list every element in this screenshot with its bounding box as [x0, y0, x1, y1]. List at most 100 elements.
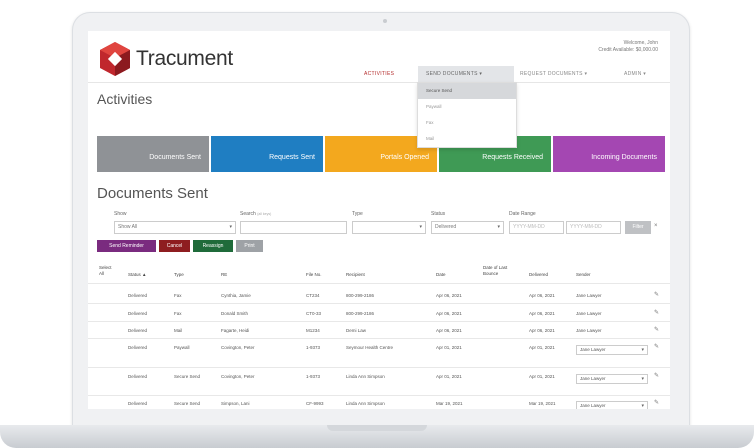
chevron-down-icon: ▾ [419, 224, 422, 230]
column-header-re[interactable]: RE [221, 272, 227, 278]
show-select-value: Show All [118, 224, 138, 230]
nav-activities[interactable]: ACTIVITIES [364, 66, 395, 83]
column-header-file-no[interactable]: File No. [306, 272, 322, 278]
cell-status: Delivered [128, 328, 148, 333]
cell-date: Apr 06, 2021 [436, 311, 462, 316]
cell-status: Delivered [128, 311, 148, 316]
menu-item-fax[interactable]: Fax [418, 115, 516, 131]
show-select[interactable]: Show All ▾ [114, 221, 236, 234]
menu-item-mail[interactable]: Mail [418, 131, 516, 147]
last-bounce-line2: Bounce [483, 271, 499, 276]
status-header-text: Status [128, 272, 141, 277]
tile-requests-sent[interactable]: Requests Sent [211, 136, 323, 172]
cell-type: Fax [174, 293, 182, 298]
edit-icon[interactable]: ✎ [654, 399, 659, 406]
menu-item-secure-send[interactable]: Secure Send [418, 83, 516, 99]
cell-type: Mail [174, 328, 183, 333]
nav-send-documents[interactable]: SEND DOCUMENTS ▾ [418, 66, 514, 82]
cell-delivered: Mar 19, 2021 [529, 401, 556, 406]
column-header-type[interactable]: Type [174, 272, 184, 278]
welcome-text[interactable]: Welcome, John [598, 40, 658, 47]
date-range-label: Date Range [509, 211, 536, 217]
column-header-recipient[interactable]: Recipient [346, 272, 365, 278]
search-input[interactable] [240, 221, 347, 234]
select-all-line2: All [99, 271, 105, 276]
laptop-notch [327, 425, 427, 431]
cell-file-no: 1-9373 [306, 345, 321, 350]
cell-file-no: M1234 [306, 328, 320, 333]
column-header-status[interactable]: Status ▲ [128, 272, 147, 278]
sender-select[interactable]: Jane Lawyer ▾ [576, 374, 648, 384]
search-hint: (all keys) [257, 212, 272, 216]
cell-recipient: Linda Ann Simpson [346, 374, 385, 379]
date-to-input[interactable]: YYYY-MM-DD [566, 221, 621, 234]
cell-type: Secure Send [174, 374, 201, 379]
sender-select-value: Jane Lawyer [580, 403, 606, 408]
header-divider [88, 82, 670, 83]
cell-type: Secure Send [174, 401, 201, 406]
cell-delivered: Apr 06, 2021 [529, 311, 555, 316]
cancel-button[interactable]: Cancel [159, 240, 190, 252]
menu-item-paywall[interactable]: Paywall [418, 99, 516, 115]
cell-recipient: 800-299-2186 [346, 311, 375, 316]
chevron-down-icon: ▾ [229, 224, 232, 230]
sender-select-value: Jane Lawyer [580, 376, 606, 381]
header-rule [88, 283, 670, 284]
app-screen: Tracument Welcome, John Credit Available… [88, 31, 670, 409]
nav-request-documents[interactable]: REQUEST DOCUMENTS ▾ [520, 66, 587, 82]
sort-arrow-icon: ▲ [142, 272, 147, 277]
credit-text: Credit Available: $0,000.00 [598, 47, 658, 53]
edit-icon[interactable]: ✎ [654, 291, 659, 298]
cell-re[interactable]: Cynthia, Jamie [221, 293, 251, 298]
cell-file-no: CT234 [306, 293, 320, 298]
clear-filter-icon[interactable]: × [654, 223, 658, 229]
print-button[interactable]: Print [236, 240, 263, 252]
tile-incoming-documents[interactable]: Incoming Documents [553, 136, 665, 172]
cell-re[interactable]: Simpson, Lani [221, 401, 250, 406]
cell-delivered: Apr 01, 2021 [529, 374, 555, 379]
cell-date: Apr 01, 2021 [436, 374, 462, 379]
cell-re[interactable]: Fagarte, Heidi [221, 328, 249, 333]
sender-select[interactable]: Jane Lawyer ▾ [576, 401, 648, 409]
edit-icon[interactable]: ✎ [654, 326, 659, 333]
column-header-date[interactable]: Date [436, 272, 446, 278]
cell-recipient: Linda Ann Simpson [346, 401, 385, 406]
welcome-block: Welcome, John Credit Available: $0,000.0… [598, 40, 658, 54]
status-select[interactable]: Delivered ▾ [431, 221, 504, 234]
tile-documents-sent[interactable]: Documents Sent [97, 136, 209, 172]
column-header-last-bounce[interactable]: Date of Last Bounce [483, 265, 507, 277]
row-rule [88, 303, 670, 304]
page-title: Activities [97, 91, 153, 107]
search-label-text: Search [240, 211, 256, 217]
sender-select[interactable]: Jane Lawyer ▾ [576, 345, 648, 355]
cell-recipient: Demi Law [346, 328, 367, 333]
date-from-input[interactable]: YYYY-MM-DD [509, 221, 564, 234]
webcam-dot [383, 19, 387, 23]
type-select[interactable]: ▾ [352, 221, 426, 234]
cell-status: Delivered [128, 293, 148, 298]
column-header-delivered[interactable]: Delivered [529, 272, 548, 278]
cell-file-no: 1-9373 [306, 374, 321, 379]
filter-button[interactable]: Filter [625, 221, 651, 234]
select-all-header[interactable]: Select All [99, 265, 112, 277]
show-label: Show [114, 211, 127, 217]
edit-icon[interactable]: ✎ [654, 372, 659, 379]
column-header-sender[interactable]: Sender [576, 272, 591, 278]
cell-type: Paywall [174, 345, 190, 350]
sender-select-value: Jane Lawyer [580, 347, 606, 352]
nav-admin[interactable]: ADMIN ▾ [624, 66, 646, 82]
tracument-logo-icon [100, 42, 130, 76]
status-select-value: Delivered [435, 224, 457, 230]
cell-re[interactable]: Covington, Peter [221, 374, 255, 379]
row-rule [88, 321, 670, 322]
edit-icon[interactable]: ✎ [654, 309, 659, 316]
cell-re[interactable]: Donald Smith [221, 311, 248, 316]
section-title: Documents Sent [97, 185, 208, 202]
reassign-button[interactable]: Reassign [193, 240, 233, 252]
cell-status: Delivered [128, 401, 148, 406]
send-reminder-button[interactable]: Send Reminder [97, 240, 156, 252]
row-rule [88, 395, 670, 396]
cell-type: Fax [174, 311, 182, 316]
cell-re[interactable]: Covington, Peter [221, 345, 255, 350]
edit-icon[interactable]: ✎ [654, 343, 659, 350]
